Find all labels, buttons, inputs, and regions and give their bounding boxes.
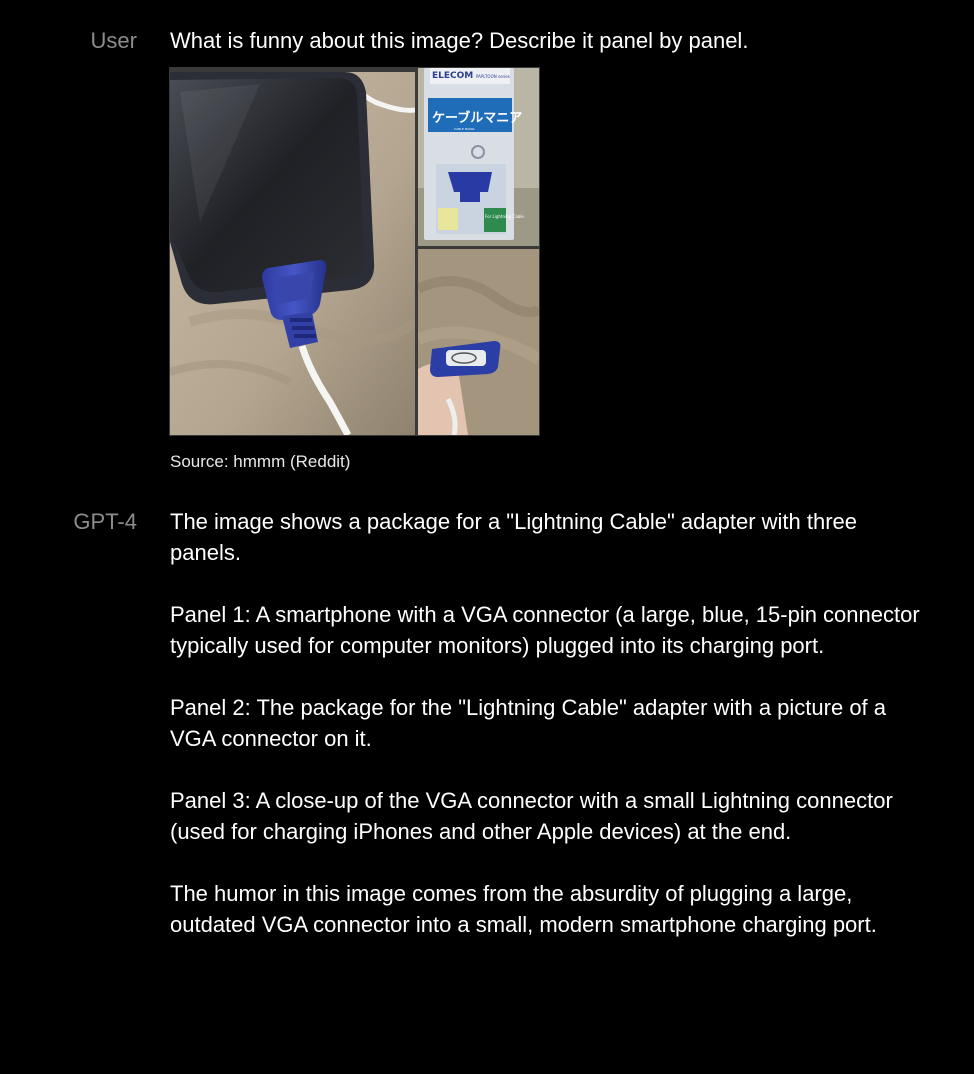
image-caption: Source: hmmm (Reddit)	[170, 452, 351, 471]
response-paragraph: Panel 1: A smartphone with a VGA connect…	[170, 602, 920, 658]
response-paragraph: Panel 2: The package for the "Lightning …	[170, 695, 887, 751]
assistant-speaker-label: GPT-4	[73, 509, 137, 534]
response-paragraph: The image shows a package for a "Lightni…	[170, 509, 858, 565]
package-for-text: For Lightning Cable	[485, 214, 524, 219]
panel-1-phone-photo	[170, 72, 415, 435]
user-message: What is funny about this image? Describe…	[170, 28, 749, 53]
panel-3-closeup-photo	[418, 249, 539, 435]
response-paragraph: The humor in this image comes from the a…	[170, 881, 877, 937]
assistant-message: The image shows a package for a "Lightni…	[170, 506, 930, 940]
package-brand-text: ELECOM	[432, 71, 473, 81]
package-subtitle-text: CABLE MANIA	[454, 127, 475, 131]
package-series-text: PAPLTOON series	[476, 74, 510, 79]
user-speaker-label: User	[90, 28, 137, 53]
panel-2-package-photo: ELECOM PAPLTOON series ケーブルマニア CABLE MAN…	[418, 68, 539, 246]
meme-image: ELECOM PAPLTOON series ケーブルマニア CABLE MAN…	[169, 67, 540, 436]
package-title-text: ケーブルマニア	[432, 110, 522, 126]
response-paragraph: Panel 3: A close-up of the VGA connector…	[170, 788, 893, 844]
